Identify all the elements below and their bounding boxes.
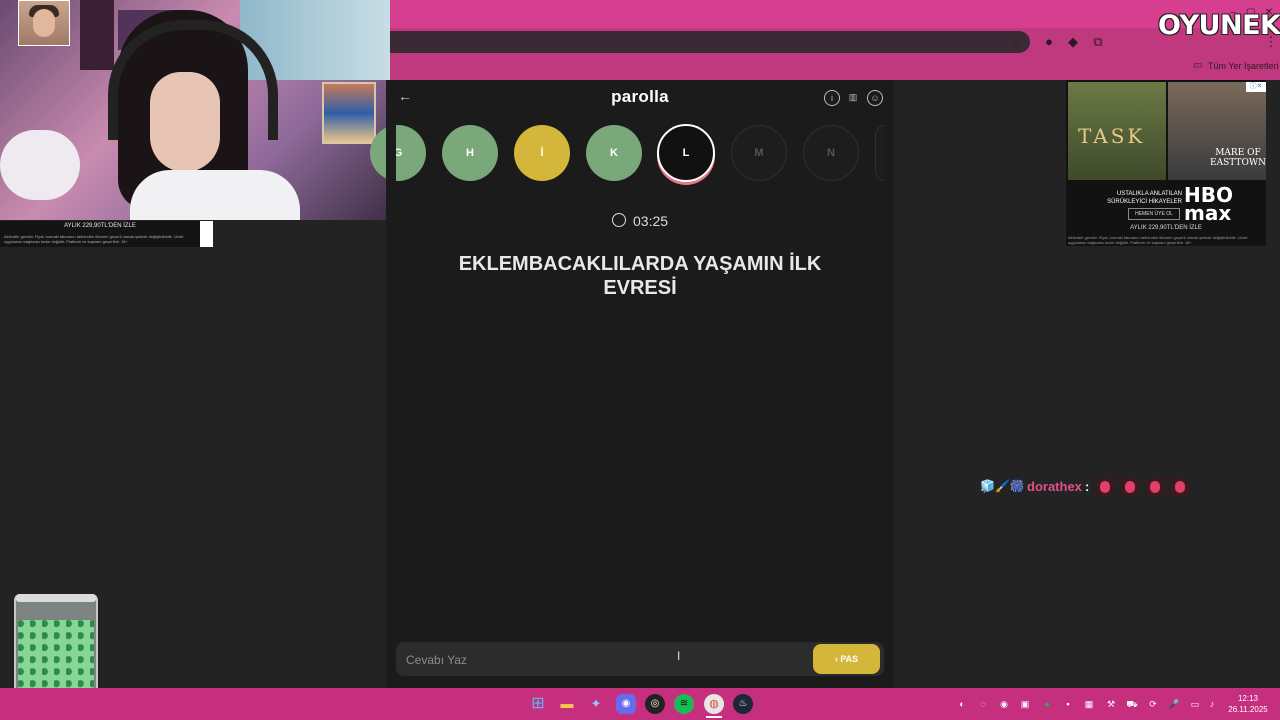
letter-circle-l-current[interactable]: L — [657, 124, 715, 182]
chat-separator: : — [1085, 479, 1090, 494]
folder-icon: ▭ — [1193, 60, 1203, 71]
carousel-mask — [386, 120, 396, 190]
steam-icon[interactable]: ♨ — [733, 694, 753, 714]
tray-icon[interactable]: ● — [1041, 698, 1053, 710]
address-bar[interactable] — [390, 31, 1030, 53]
ad-choices-icon[interactable]: ⓘ✕ — [1246, 82, 1266, 92]
system-clock[interactable]: 12:13 26.11.2025 — [1226, 693, 1270, 715]
active-app-indicator — [706, 716, 722, 718]
letter-circle-k[interactable]: K — [586, 125, 642, 181]
ad-tagline: USTALIKLA ANLATILAN SÜRÜKLEYİCİ HİKAYELE… — [1107, 191, 1182, 205]
spotify-icon[interactable]: ≋ — [674, 694, 694, 714]
answer-input[interactable] — [404, 650, 808, 670]
arrow-left-icon[interactable]: ← — [398, 88, 414, 104]
letter-circle-i[interactable]: İ — [514, 125, 570, 181]
bookmarks-bar — [390, 56, 1280, 80]
letter-circle-n[interactable]: N — [803, 125, 859, 181]
app-icon[interactable]: ✦ — [586, 694, 606, 714]
hbo-max-logo: HBO max — [1184, 183, 1233, 225]
chat-emote — [1096, 478, 1114, 496]
clock-time: 12:13 — [1237, 694, 1259, 703]
obs-icon[interactable]: ◎ — [645, 694, 665, 714]
windows-start-icon[interactable]: ⊞ — [528, 694, 548, 714]
info-icon[interactable]: i — [824, 90, 840, 106]
ad-cta-button[interactable]: HEMEN ÜYE OL — [1128, 208, 1180, 220]
file-explorer-icon[interactable]: ▬ — [557, 694, 577, 714]
question-text: EKLEMBACAKLILARDA YAŞAMIN İLK EVRESİ — [458, 253, 822, 299]
chrome-icon[interactable]: ◍ — [704, 694, 724, 714]
letter-circle-h[interactable]: H — [442, 125, 498, 181]
bookmark-star-icon[interactable]: ☆ — [1007, 33, 1025, 51]
app-title: parolla — [611, 87, 669, 106]
letter-circle-m[interactable]: M — [731, 125, 787, 181]
chat-emote — [1146, 478, 1164, 496]
ad-price-text: AYLIK 229,90TL'DEN İZLE — [1130, 225, 1202, 231]
tray-icon[interactable]: ▣ — [1019, 698, 1031, 710]
secondary-webcam — [18, 0, 70, 46]
poster1-title: TASK — [1078, 124, 1146, 148]
tray-icon[interactable]: ◉ — [998, 698, 1010, 710]
pass-button-label: PAS — [840, 654, 859, 664]
chat-username: dorathex — [1027, 479, 1082, 494]
ad-divider — [200, 221, 213, 247]
ad-fine-print: Aktivatör gerekir. Fiyat, sonraki fatura… — [4, 234, 184, 244]
network-icon[interactable]: ▭ — [1189, 698, 1201, 710]
oyuneks-logo: OYUNEKS — [1158, 10, 1280, 41]
chat-emote — [1121, 478, 1139, 496]
clock-date: 26.11.2025 — [1228, 705, 1268, 714]
extension-icon[interactable]: ◆ — [1064, 33, 1082, 51]
clock-icon — [612, 213, 626, 227]
tray-icon[interactable]: ◌ — [977, 698, 989, 710]
letter-circle-next — [875, 125, 885, 181]
all-bookmarks-label[interactable]: Tüm Yer İşaretleri — [1208, 61, 1279, 71]
ad-fine-print: Aktivatör gerekir. Fiyat, sonraki fatura… — [1068, 235, 1248, 245]
puzzle-icon[interactable]: ⧉ — [1089, 33, 1107, 51]
jar-lid — [16, 594, 96, 602]
stats-icon[interactable]: ▥ — [846, 90, 860, 104]
chat-badges: 🧊🖌️🎆 — [980, 479, 1025, 493]
letter-circle-g[interactable]: G — [370, 125, 426, 181]
extension-icon[interactable]: ● — [1040, 33, 1058, 51]
tray-icon[interactable]: ◐ — [956, 698, 968, 710]
tray-icon[interactable]: ▪ — [1062, 698, 1074, 710]
discord-icon[interactable]: ◉ — [616, 694, 636, 714]
profile-icon[interactable]: ☺ — [867, 90, 883, 106]
tray-icon[interactable]: ⚒ — [1105, 698, 1117, 710]
chevron-right-icon: › — [834, 654, 838, 664]
tray-icon[interactable]: ⛟ — [1126, 698, 1138, 710]
chat-emote — [1171, 478, 1189, 496]
tray-icon[interactable]: ▦ — [1083, 698, 1095, 710]
tray-icon[interactable]: ⟳ — [1147, 698, 1159, 710]
ad-price-text: AYLIK 229,90TL'DEN İZLE — [64, 223, 136, 229]
pass-button[interactable]: › PAS — [813, 644, 880, 674]
timer: 03:25 — [633, 213, 669, 229]
poster2-title: MARE OF EASTTOWN — [1210, 148, 1266, 168]
text-cursor-icon: I — [677, 649, 681, 663]
volume-icon[interactable]: ♪ — [1206, 698, 1218, 710]
microphone-icon[interactable]: 🎤 — [1168, 698, 1180, 710]
